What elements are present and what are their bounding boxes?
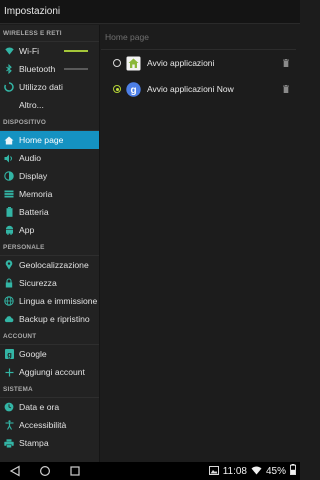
sidebar-item-sicurezza[interactable]: Sicurezza: [0, 274, 99, 292]
sidebar-item-backup-e-ripristino[interactable]: Backup e ripristino: [0, 310, 99, 328]
wifi-icon: [4, 46, 14, 56]
google-g-icon: g: [126, 81, 141, 97]
lock-icon: [4, 278, 14, 288]
sidebar-item-label: Home page: [19, 135, 64, 145]
sidebar-item-label: Utilizzo dati: [19, 82, 63, 92]
plus-icon: [4, 367, 14, 377]
image-notification-icon: [208, 462, 219, 480]
sidebar-item-label: Stampa: [19, 438, 49, 448]
toggle-indicator[interactable]: [64, 50, 88, 52]
bluetooth-icon: [4, 64, 14, 74]
android-icon: [4, 225, 14, 235]
wifi-status-icon: [251, 462, 262, 480]
sidebar-item-google[interactable]: g Google: [0, 345, 99, 363]
sidebar-item-label: Audio: [19, 153, 41, 163]
sidebar-item-label: Sicurezza: [19, 278, 57, 288]
sidebar-item-accessibilita[interactable]: Accessibilità: [0, 416, 99, 434]
launcher-option[interactable]: Avvio applicazioni: [101, 50, 300, 76]
storage-icon: [4, 189, 14, 199]
toggle-indicator[interactable]: [64, 68, 88, 70]
sidebar-item-bluetooth[interactable]: Bluetooth: [0, 60, 99, 78]
svg-text:g: g: [130, 85, 136, 96]
home-page-panel: Home page Avvio applicazioni g Avvio appli…: [101, 25, 300, 462]
status-area: 11:08 45%: [208, 462, 296, 480]
sidebar-item-altro[interactable]: Altro...: [0, 96, 99, 114]
svg-text:g: g: [7, 350, 12, 359]
location-icon: [4, 260, 14, 270]
sidebar-item-label: Batteria: [19, 207, 49, 217]
volume-icon: [4, 153, 14, 163]
blank-icon-slot: [4, 100, 14, 110]
sidebar-item-memoria[interactable]: Memoria: [0, 185, 99, 203]
accessibility-icon: [4, 420, 14, 430]
sidebar-item-audio[interactable]: Audio: [0, 149, 99, 167]
battery-percent: 45%: [265, 465, 286, 477]
window-title: Impostazioni: [4, 6, 61, 17]
settings-sidebar: WIRELESS E RETI Wi-Fi Bluetooth Utilizzo da…: [0, 25, 100, 462]
brightness-icon: [4, 171, 14, 181]
cloud-upload-icon: [4, 314, 14, 324]
sidebar-item-label: Bluetooth: [19, 64, 56, 74]
radio-button-selected[interactable]: [113, 85, 121, 93]
sidebar-item-label: Backup e ripristino: [19, 314, 90, 324]
sidebar-item-label: App: [19, 225, 35, 235]
clock: 11:08: [222, 465, 247, 477]
option-label: Avvio applicazioni: [147, 58, 215, 68]
delete-icon[interactable]: [283, 59, 289, 69]
data-usage-icon: [4, 82, 14, 92]
globe-icon: [4, 296, 14, 306]
sidebar-item-label: Accessibilità: [19, 420, 67, 430]
sidebar-item-label: Aggiungi account: [19, 367, 85, 377]
section-header: DISPOSITIVO: [0, 114, 99, 131]
battery-icon: [4, 207, 14, 217]
sidebar-item-label: Display: [19, 171, 48, 181]
sidebar-item-display[interactable]: Display: [0, 167, 99, 185]
sidebar-item-aggiungi-account[interactable]: Aggiungi account: [0, 363, 99, 381]
section-header: SISTEMA: [0, 381, 99, 398]
delete-icon[interactable]: [283, 85, 289, 95]
sidebar-item-wi-fi[interactable]: Wi-Fi: [0, 42, 99, 60]
section-header: WIRELESS E RETI: [0, 25, 99, 42]
recent-apps-icon[interactable]: [69, 465, 81, 477]
sidebar-item-utilizzo-dati[interactable]: Utilizzo dati: [0, 78, 99, 96]
sidebar-item-label: Altro...: [19, 100, 44, 110]
sidebar-item-stampa[interactable]: Stampa: [0, 434, 99, 452]
sidebar-item-label: Wi-Fi: [19, 46, 40, 56]
option-label: Avvio applicazioni Now: [147, 84, 234, 94]
action-bar: Impostazioni: [0, 0, 300, 24]
sidebar-item-label: Data e ora: [19, 402, 60, 412]
sidebar-item-data-e-ora[interactable]: Data e ora: [0, 398, 99, 416]
sidebar-item-batteria[interactable]: Batteria: [0, 203, 99, 221]
sidebar-item-label: Google: [19, 349, 47, 359]
sidebar-item-geolocalizzazione[interactable]: Geolocalizzazione: [0, 256, 99, 274]
battery-status-icon: [290, 462, 296, 480]
content-header: Home page: [101, 25, 296, 50]
home-button-icon[interactable]: [39, 465, 51, 477]
sidebar-item-label: Geolocalizzazione: [19, 260, 89, 270]
back-icon[interactable]: [9, 465, 21, 477]
radio-button[interactable]: [113, 59, 121, 67]
navigation-bar: 11:08 45%: [0, 462, 300, 480]
launcher-option[interactable]: g Avvio applicazioni Now: [101, 76, 300, 102]
launcher-house-icon: [126, 56, 141, 71]
sidebar-item-home-page[interactable]: Home page: [0, 131, 99, 149]
section-header: ACCOUNT: [0, 328, 99, 345]
sidebar-item-app[interactable]: App: [0, 221, 99, 239]
google-icon: g: [4, 349, 14, 359]
sidebar-item-label: Lingua e immissione: [19, 296, 98, 306]
sidebar-item-lingua-e-immissione[interactable]: Lingua e immissione: [0, 292, 99, 310]
printer-icon: [4, 438, 14, 448]
sidebar-item-label: Memoria: [19, 189, 53, 199]
section-header: PERSONALE: [0, 239, 99, 256]
clock-icon: [4, 402, 14, 412]
home-icon: [4, 135, 14, 145]
